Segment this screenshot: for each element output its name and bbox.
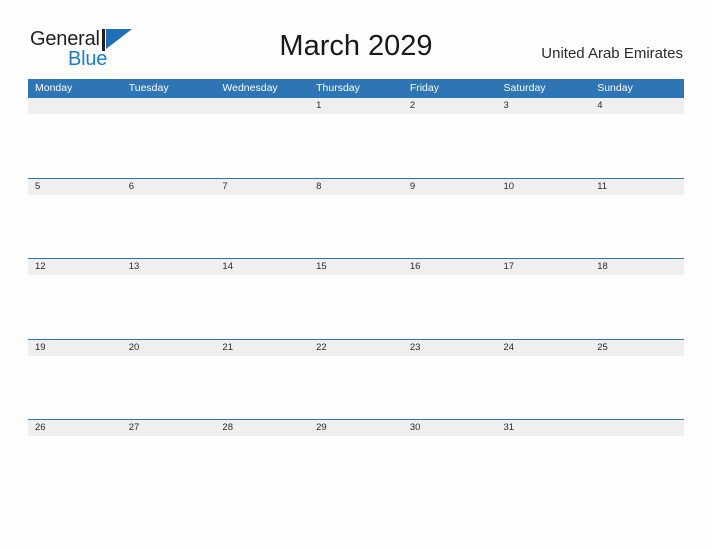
calendar-week-row: 19 20 21 22 23 24 25 bbox=[28, 338, 684, 420]
day-cell[interactable]: 9 bbox=[403, 179, 497, 195]
day-cell[interactable]: 5 bbox=[28, 179, 122, 195]
day-cell[interactable]: 23 bbox=[403, 340, 497, 356]
week-notes-area[interactable] bbox=[28, 275, 684, 338]
calendar-week-row: 26 27 28 29 30 31 bbox=[28, 419, 684, 500]
calendar-grid: Monday Tuesday Wednesday Thursday Friday… bbox=[28, 79, 684, 500]
day-cell[interactable] bbox=[28, 98, 122, 114]
day-cell[interactable]: 16 bbox=[403, 259, 497, 275]
week-notes-area[interactable] bbox=[28, 114, 684, 177]
day-cell[interactable]: 10 bbox=[497, 179, 591, 195]
week-notes-area[interactable] bbox=[28, 194, 684, 258]
day-cell[interactable]: 26 bbox=[28, 420, 122, 436]
page-header: General Blue March 2029 United Arab Emir… bbox=[0, 0, 712, 79]
day-cell[interactable] bbox=[215, 98, 309, 114]
week-notes-area[interactable] bbox=[28, 355, 684, 419]
day-cell[interactable]: 17 bbox=[497, 259, 591, 275]
day-cell[interactable]: 22 bbox=[309, 340, 403, 356]
calendar-page: General Blue March 2029 United Arab Emir… bbox=[0, 0, 712, 550]
week-date-band: 19 20 21 22 23 24 25 bbox=[28, 339, 684, 356]
day-cell[interactable]: 24 bbox=[497, 340, 591, 356]
day-cell[interactable]: 13 bbox=[122, 259, 216, 275]
calendar-week-row: 1 2 3 4 bbox=[28, 97, 684, 178]
week-date-band: 12 13 14 15 16 17 18 bbox=[28, 259, 684, 275]
day-cell[interactable]: 11 bbox=[590, 179, 684, 195]
week-date-band: 26 27 28 29 30 31 bbox=[28, 420, 684, 436]
day-cell[interactable]: 4 bbox=[590, 98, 684, 114]
day-cell[interactable]: 3 bbox=[497, 98, 591, 114]
weekday-header-saturday: Saturday bbox=[503, 82, 546, 94]
weekday-header-tuesday: Tuesday bbox=[128, 82, 169, 94]
day-cell[interactable]: 27 bbox=[122, 420, 216, 436]
day-cell[interactable]: 29 bbox=[309, 420, 403, 436]
calendar-week-row: 12 13 14 15 16 17 18 bbox=[28, 258, 684, 339]
calendar-week-row: 5 6 7 8 9 10 11 bbox=[28, 177, 684, 259]
day-cell[interactable]: 1 bbox=[309, 98, 403, 114]
weekday-header-row: Monday Tuesday Wednesday Thursday Friday… bbox=[28, 79, 684, 97]
day-cell[interactable]: 14 bbox=[215, 259, 309, 275]
day-cell[interactable] bbox=[590, 420, 684, 436]
weekday-header-monday: Monday bbox=[35, 82, 73, 94]
day-cell[interactable]: 20 bbox=[122, 340, 216, 356]
day-cell[interactable]: 15 bbox=[309, 259, 403, 275]
day-cell[interactable]: 18 bbox=[590, 259, 684, 275]
day-cell[interactable]: 31 bbox=[497, 420, 591, 436]
day-cell[interactable]: 8 bbox=[309, 179, 403, 195]
day-cell[interactable]: 2 bbox=[403, 98, 497, 114]
week-date-band: 1 2 3 4 bbox=[28, 98, 684, 114]
week-notes-area[interactable] bbox=[28, 436, 684, 499]
region-label: United Arab Emirates bbox=[541, 45, 683, 62]
day-cell[interactable]: 19 bbox=[28, 340, 122, 356]
week-date-band: 5 6 7 8 9 10 11 bbox=[28, 178, 684, 195]
day-cell[interactable]: 12 bbox=[28, 259, 122, 275]
day-cell[interactable]: 28 bbox=[215, 420, 309, 436]
day-cell[interactable]: 6 bbox=[122, 179, 216, 195]
day-cell[interactable]: 7 bbox=[215, 179, 309, 195]
day-cell[interactable] bbox=[122, 98, 216, 114]
day-cell[interactable]: 30 bbox=[403, 420, 497, 436]
day-cell[interactable]: 21 bbox=[215, 340, 309, 356]
weekday-header-wednesday: Wednesday bbox=[222, 82, 278, 94]
weekday-header-friday: Friday bbox=[409, 82, 439, 94]
weekday-header-sunday: Sunday bbox=[597, 82, 633, 94]
day-cell[interactable]: 25 bbox=[590, 340, 684, 356]
weekday-header-thursday: Thursday bbox=[316, 82, 360, 94]
